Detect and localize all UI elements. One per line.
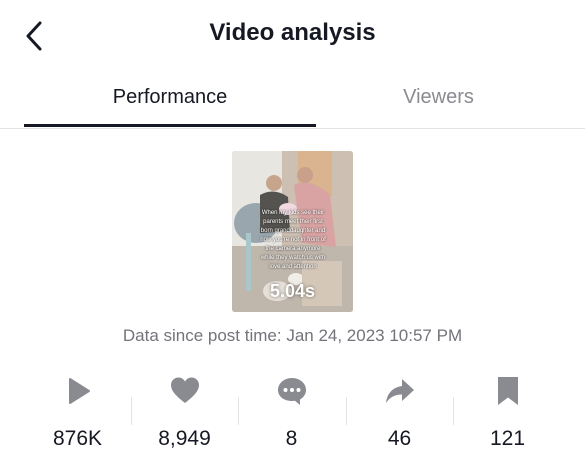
comment-icon [277, 378, 306, 405]
video-thumbnail[interactable]: When my kids see their parents meet thei… [232, 151, 353, 312]
stat-likes: 8,949 [131, 372, 238, 462]
comments-count: 8 [285, 427, 298, 450]
active-tab-indicator [24, 124, 316, 127]
stats-row: 876K 8,949 8 46 121 [24, 372, 561, 462]
tab-performance[interactable]: Performance [24, 86, 316, 109]
header: Video analysis [0, 0, 585, 68]
stat-comments: 8 [238, 372, 345, 462]
shares-count: 46 [387, 427, 412, 450]
play-icon [68, 378, 90, 404]
saves-count: 121 [489, 427, 526, 450]
stat-views: 876K [24, 372, 131, 462]
likes-count: 8,949 [158, 427, 211, 450]
video-duration: 5.04s [269, 281, 316, 301]
stat-shares: 46 [346, 372, 453, 462]
bookmark-icon [497, 377, 518, 405]
share-icon [385, 379, 414, 403]
stat-saves: 121 [454, 372, 561, 462]
heart-icon [170, 377, 199, 403]
video-caption: When my kids see their parents meet thei… [260, 210, 326, 270]
tab-viewers[interactable]: Viewers [316, 86, 561, 109]
data-since-text: Data since post time: Jan 24, 2023 10:57… [122, 326, 463, 345]
views-count: 876K [52, 427, 103, 450]
tab-bar: Performance Viewers [0, 72, 585, 129]
page-title: Video analysis [209, 19, 376, 46]
